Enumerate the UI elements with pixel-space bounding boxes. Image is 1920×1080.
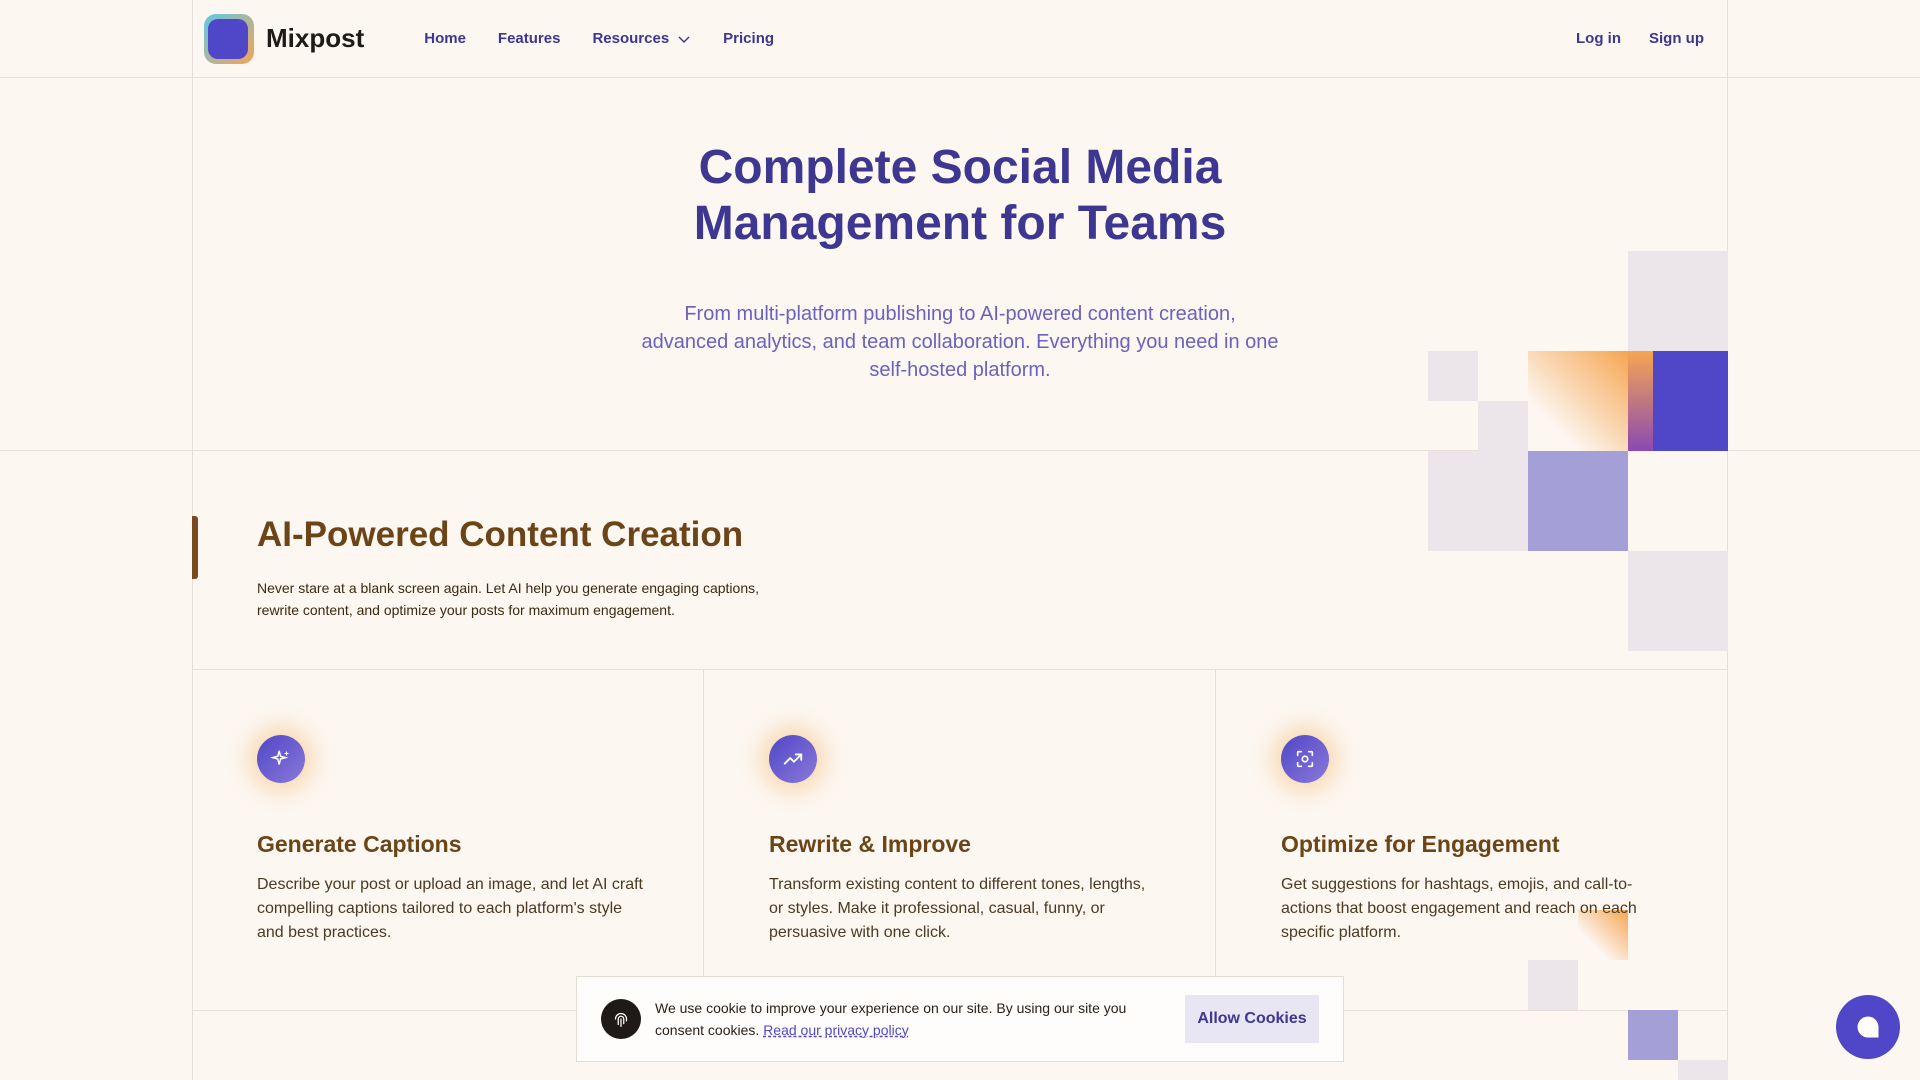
- focus-icon: [1281, 735, 1329, 783]
- trending-up-icon: [769, 735, 817, 783]
- main-nav: Home Features Resources Pricing: [424, 30, 774, 47]
- nav-resources[interactable]: Resources: [592, 30, 691, 47]
- deco-square: [1628, 1010, 1678, 1060]
- logo[interactable]: Mixpost: [204, 13, 365, 64]
- sparkles-icon: [257, 735, 305, 783]
- deco-square: [1428, 351, 1478, 401]
- card-title: Optimize for Engagement: [1281, 831, 1560, 857]
- signup-link[interactable]: Sign up: [1649, 30, 1704, 47]
- card-title: Rewrite & Improve: [769, 831, 971, 857]
- deco-square: [1528, 351, 1628, 451]
- deco-square: [1478, 401, 1528, 451]
- feature-card-rewrite-improve: Rewrite & Improve Transform existing con…: [704, 670, 1215, 1010]
- logo-icon: [204, 13, 254, 64]
- section-title: AI-Powered Content Creation: [257, 515, 744, 554]
- hero-title: Complete Social Media Management for Tea…: [0, 140, 1920, 252]
- nav-home[interactable]: Home: [424, 30, 466, 47]
- chat-bubble-icon: [1857, 1016, 1879, 1038]
- hero-subtitle: From multi-platform publishing to AI-pow…: [641, 303, 1279, 381]
- card-description: Transform existing content to different …: [769, 876, 1146, 941]
- deco-square: [1653, 351, 1728, 451]
- feature-card-optimize-engagement: Optimize for Engagement Get suggestions …: [1216, 670, 1727, 1010]
- deco-square: [1628, 251, 1728, 351]
- chat-button[interactable]: [1836, 995, 1900, 1059]
- deco-square: [1678, 1060, 1728, 1080]
- deco-square: [1628, 351, 1653, 451]
- hero-title-line-2: Management for Teams: [693, 197, 1227, 250]
- login-link[interactable]: Log in: [1576, 30, 1621, 47]
- deco-square: [1628, 551, 1728, 651]
- deco-square: [1428, 451, 1528, 551]
- deco-square: [1528, 451, 1628, 551]
- fingerprint-icon: [601, 999, 641, 1039]
- section-accent-bar: [192, 516, 198, 579]
- feature-card-generate-captions: Generate Captions Describe your post or …: [192, 670, 703, 1010]
- nav-features[interactable]: Features: [498, 30, 561, 47]
- section-description: Never stare at a blank screen again. Let…: [257, 580, 760, 618]
- card-description: Get suggestions for hashtags, emojis, an…: [1281, 876, 1637, 941]
- allow-cookies-button[interactable]: Allow Cookies: [1185, 995, 1319, 1043]
- card-title: Generate Captions: [257, 831, 462, 857]
- nav-pricing[interactable]: Pricing: [723, 30, 774, 47]
- auth-links: Log in Sign up: [1576, 30, 1704, 47]
- hero-title-line-1: Complete Social Media: [698, 141, 1222, 194]
- cookie-banner: We use cookie to improve your experience…: [576, 976, 1344, 1062]
- cookie-message: We use cookie to improve your experience…: [655, 997, 1155, 1041]
- privacy-policy-link[interactable]: Read our privacy policy: [763, 1022, 909, 1038]
- card-description: Describe your post or upload an image, a…: [257, 876, 643, 941]
- site-header: Mixpost Home Features Resources Pricing …: [192, 0, 1728, 77]
- nav-resources-label: Resources: [592, 30, 670, 47]
- header-divider: [0, 77, 1920, 78]
- brand-name: Mixpost: [266, 23, 365, 53]
- chevron-down-icon: [678, 35, 690, 43]
